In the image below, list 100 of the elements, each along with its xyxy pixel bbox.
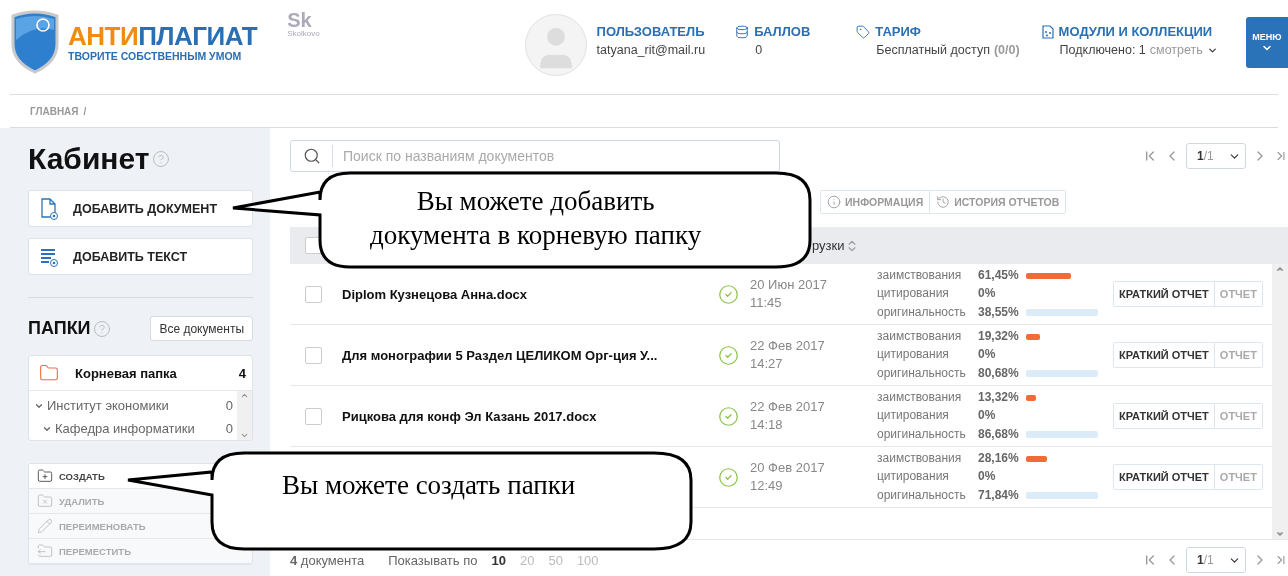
history-icon [936, 195, 951, 209]
upload-time: 14:27 [750, 355, 784, 373]
folder-x-icon [37, 493, 53, 509]
metric-value: 13,32% [978, 388, 1020, 406]
last-page-icon[interactable] [1274, 149, 1288, 163]
user-label[interactable]: ПОЛЬЗОВАТЕЛЬ [596, 24, 706, 39]
column-header[interactable]: рузки [812, 238, 845, 253]
check-circle-icon [718, 466, 739, 488]
page-title: Кабинет [28, 142, 150, 176]
folder-icon [39, 363, 59, 383]
metric-label: оригинальность [877, 303, 967, 321]
caret-down-icon[interactable] [240, 431, 249, 440]
folder-arrow-icon [37, 543, 53, 559]
metric-value: 19,32% [978, 327, 1020, 345]
coins-icon [735, 24, 750, 39]
borrowing-bar [1026, 272, 1071, 279]
points-label: БАЛЛОВ [754, 24, 811, 39]
per-page-option[interactable]: 10 [491, 552, 506, 568]
checkbox[interactable] [305, 285, 322, 303]
checkbox[interactable] [305, 407, 322, 425]
caret-up-icon[interactable] [240, 391, 249, 400]
search-icon [302, 147, 321, 165]
add-button[interactable]: ДОБАВИТЬ ДОКУМЕНТ [28, 190, 253, 227]
originality-bar [1026, 431, 1098, 438]
page-select[interactable]: 1/1 [1186, 143, 1246, 169]
user-email: tatyana_rit@mail.ru [596, 43, 706, 57]
metric-value: 80,68% [978, 364, 1020, 382]
metric-value: 61,45% [978, 266, 1020, 284]
info-icon [827, 195, 841, 209]
metric-label: оригинальность [877, 364, 967, 382]
report-button[interactable]: КРАТКИЙ ОТЧЕТ [1114, 465, 1215, 489]
metric-label: заимствования [877, 266, 963, 284]
tariff-value: Бесплатный доступ [876, 43, 990, 57]
folder-tree-item[interactable]: Кафедра информатики 0 [34, 418, 233, 439]
caret-down-icon[interactable] [1275, 529, 1285, 539]
all-documents-button[interactable]: Все документы [150, 316, 253, 341]
upload-date: 22 Фев 2017 [750, 337, 826, 355]
metric-value: 71,84% [978, 486, 1020, 504]
metric-value: 28,16% [978, 449, 1020, 467]
borrowing-bar [1026, 394, 1036, 401]
help-icon[interactable] [92, 319, 111, 338]
shield-logo-icon [10, 10, 60, 74]
report-button[interactable]: КРАТКИЙ ОТЧЕТ [1114, 404, 1215, 428]
document-count: 4 документа [290, 552, 365, 568]
metric-label: цитирования [877, 407, 950, 425]
caret-up-icon[interactable] [1275, 264, 1285, 274]
search-box[interactable]: Поиск по названиям документов [290, 140, 780, 172]
folder-tree-item[interactable]: Институт экономики 0 [34, 395, 233, 416]
metric-value: 86,68% [978, 425, 1020, 443]
check-circle-icon [718, 405, 739, 427]
document-name[interactable]: Diplom Кузнецова Анна.docx [342, 286, 528, 302]
borrowing-bar [1026, 333, 1041, 340]
menu-button[interactable]: МЕНЮ [1246, 17, 1288, 68]
metric-label: заимствования [877, 449, 963, 467]
metric-value: 38,55% [978, 303, 1020, 321]
per-page-label: Показывать по [388, 552, 478, 568]
checkbox[interactable] [305, 346, 322, 364]
folder-plus-icon [37, 468, 53, 484]
document-name[interactable]: Рицкова для конф Эл Казань 2017.docx [342, 408, 597, 424]
originality-bar [1026, 309, 1098, 316]
partner-logo-name: Skolkovo [287, 30, 320, 38]
metric-label: цитирования [877, 468, 950, 486]
modules-value: Подключено: 1 [1059, 43, 1146, 57]
partner-logo-mark: Sk [287, 10, 313, 30]
report-button[interactable]: КРАТКИЙ ОТЧЕТ [1114, 282, 1215, 306]
document-add-icon [39, 197, 59, 220]
tariff-label[interactable]: ТАРИФ [875, 24, 921, 39]
upload-time: 14:18 [750, 416, 784, 434]
metric-label: цитирования [877, 346, 950, 364]
upload-date: 20 Июн 2017 [750, 276, 828, 294]
report-button[interactable]: КРАТКИЙ ОТЧЕТ [1114, 343, 1215, 367]
upload-date: 22 Фев 2017 [750, 398, 826, 416]
folders-title: ПАПКИ [28, 318, 91, 339]
tag-icon [856, 24, 871, 39]
breadcrumb-separator: / [83, 105, 87, 117]
tariff-quota: (0/0) [993, 43, 1020, 57]
modules-label[interactable]: МОДУЛИ И КОЛЛЕКЦИИ [1058, 24, 1213, 39]
slogan: ТВОРИТЕ СОБСТВЕННЫМ УМОМ [68, 50, 243, 62]
metric-value: 0% [978, 346, 997, 364]
help-icon[interactable] [152, 150, 171, 168]
originality-bar [1026, 492, 1098, 499]
check-circle-icon [718, 283, 739, 305]
root-folder-row[interactable]: Корневая папка 4 [29, 356, 252, 391]
document-name[interactable]: Для монографии 5 Раздел ЦЕЛИКОМ Орг-ция У... [342, 347, 658, 363]
metric-value: 0% [978, 285, 997, 303]
borrowing-bar [1026, 455, 1047, 462]
metric-label: оригинальность [877, 486, 967, 504]
metric-label: цитирования [877, 285, 950, 303]
last-page-icon[interactable] [1274, 553, 1288, 567]
callout-text: Вы можете добавить документа в корневую папку [370, 185, 702, 252]
points-value: 0 [754, 43, 764, 57]
check-circle-icon [718, 344, 739, 366]
metric-label: заимствования [877, 388, 963, 406]
callout-text: Вы можете создать папки [282, 469, 576, 502]
pencil-icon [37, 518, 53, 534]
brand-name: АНТИПЛАГИАТ [68, 22, 258, 50]
document-dots-icon [1041, 24, 1054, 39]
page-select[interactable]: 1/1 [1186, 547, 1246, 573]
metric-value: 0% [978, 407, 997, 425]
add-button[interactable]: ДОБАВИТЬ ТЕКСТ [28, 238, 253, 275]
